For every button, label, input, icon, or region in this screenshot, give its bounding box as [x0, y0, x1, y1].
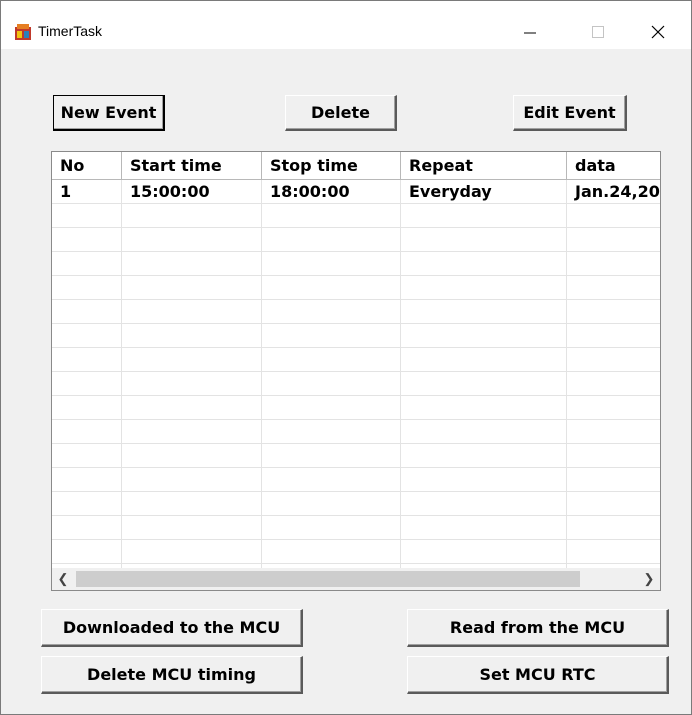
- table-row-empty: [52, 420, 660, 444]
- delete-button[interactable]: Delete: [285, 95, 397, 131]
- table-row-empty: [52, 492, 660, 516]
- new-event-button[interactable]: New Event: [53, 95, 165, 131]
- read-from-mcu-button[interactable]: Read from the MCU: [407, 609, 669, 647]
- download-to-mcu-button[interactable]: Downloaded to the MCU: [41, 609, 303, 647]
- scroll-left-icon[interactable]: ❮: [52, 568, 74, 590]
- table-row-empty: [52, 516, 660, 540]
- table-row-empty: [52, 276, 660, 300]
- table-row-empty: [52, 204, 660, 228]
- edit-event-button[interactable]: Edit Event: [513, 95, 627, 131]
- cell-data: Jan.24,20: [575, 182, 660, 201]
- window-title: TimerTask: [38, 23, 103, 39]
- cell-no: 1: [60, 182, 72, 201]
- cell-repeat: Everyday: [409, 182, 492, 201]
- column-header-no[interactable]: No: [52, 152, 122, 180]
- maximize-icon[interactable]: [575, 13, 621, 51]
- table-row-empty: [52, 468, 660, 492]
- table-row-empty: [52, 540, 660, 564]
- title-bar[interactable]: TimerTask: [1, 1, 691, 49]
- table-header: No Start time Stop time Repeat data: [52, 152, 660, 180]
- delete-mcu-timing-button[interactable]: Delete MCU timing: [41, 656, 303, 694]
- table-row-empty: [52, 324, 660, 348]
- scroll-thumb[interactable]: [76, 571, 580, 587]
- cell-stop-time: 18:00:00: [270, 182, 350, 201]
- column-header-stop-time[interactable]: Stop time: [262, 152, 401, 180]
- column-header-repeat[interactable]: Repeat: [401, 152, 567, 180]
- table-row-empty: [52, 348, 660, 372]
- horizontal-scrollbar[interactable]: ❮ ❯: [52, 568, 660, 590]
- table-row-empty: [52, 372, 660, 396]
- scroll-right-icon[interactable]: ❯: [638, 568, 660, 590]
- column-header-start-time[interactable]: Start time: [122, 152, 262, 180]
- cell-start-time: 15:00:00: [130, 182, 210, 201]
- set-mcu-rtc-button[interactable]: Set MCU RTC: [407, 656, 669, 694]
- events-table[interactable]: No Start time Stop time Repeat data 1 15…: [51, 151, 661, 591]
- app-window: TimerTask New Event Delete Edit Event No…: [0, 0, 692, 715]
- app-icon: [15, 24, 31, 40]
- close-icon[interactable]: [635, 13, 681, 51]
- table-row-empty: [52, 300, 660, 324]
- column-header-data[interactable]: data: [567, 152, 660, 180]
- table-row-empty: [52, 252, 660, 276]
- minimize-icon[interactable]: [507, 13, 553, 51]
- table-row-empty: [52, 444, 660, 468]
- table-row[interactable]: 1 15:00:00 18:00:00 Everyday Jan.24,20: [52, 180, 660, 204]
- table-row-empty: [52, 228, 660, 252]
- table-row-empty: [52, 396, 660, 420]
